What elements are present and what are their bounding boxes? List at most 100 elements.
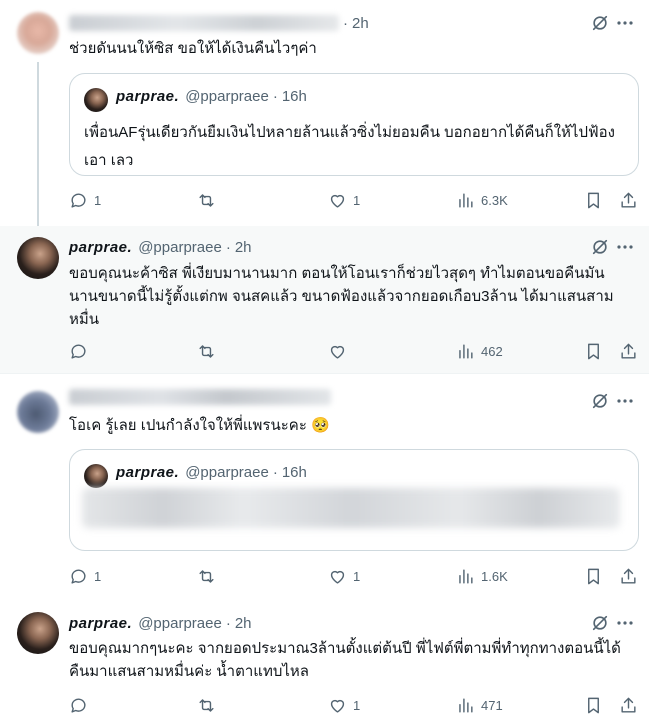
share-button[interactable] <box>619 341 638 361</box>
bookmark-icon <box>588 697 599 713</box>
views-button[interactable]: 1.6K <box>456 566 508 586</box>
share-icon <box>621 192 636 208</box>
quote-author-name: parprae. <box>116 88 180 105</box>
quote-author-handle: @pparpraee <box>185 464 269 481</box>
bookmark-button[interactable] <box>584 695 603 715</box>
like-icon <box>330 699 345 713</box>
thread-line <box>37 62 39 226</box>
author-handle[interactable]: @pparpraee <box>138 239 222 256</box>
reply-icon <box>71 344 86 359</box>
tweet-header: parprae. @pparpraee · 2h <box>69 614 252 632</box>
more-icon[interactable] <box>615 613 635 633</box>
grok-icon[interactable] <box>591 614 609 632</box>
reply-button[interactable]: 1 <box>69 190 101 210</box>
grok-icon[interactable] <box>591 392 609 410</box>
views-icon <box>459 568 473 584</box>
more-icon[interactable] <box>615 391 635 411</box>
author-handle[interactable]: @pparpraee <box>138 615 222 632</box>
tweet-1[interactable]: · 2h ช่วยดันนนให้ซิส ขอให้ได้เงินคืนไวๆค… <box>0 0 649 226</box>
reply-icon <box>71 569 86 584</box>
tweet-text: ขอบคุณนะค้าซิส พี่เงียบมานานมาก ตอนให้โอ… <box>69 265 614 328</box>
reply-icon <box>71 193 86 208</box>
like-button[interactable]: 1 <box>328 566 360 586</box>
tweet-time[interactable]: 2h <box>235 239 252 256</box>
like-icon <box>330 570 345 584</box>
bookmark-button[interactable] <box>584 190 603 210</box>
share-icon <box>621 568 636 584</box>
more-icon[interactable] <box>615 237 635 257</box>
share-icon <box>621 697 636 713</box>
bookmark-button[interactable] <box>584 566 603 586</box>
views-icon <box>459 343 473 359</box>
repost-button[interactable] <box>197 566 222 586</box>
repost-icon <box>199 569 214 583</box>
bookmark-icon <box>588 192 599 208</box>
more-icon[interactable] <box>615 13 635 33</box>
views-count: 1.6K <box>481 568 508 584</box>
bookmark-icon <box>588 343 599 359</box>
like-count: 1 <box>353 697 361 713</box>
reply-icon <box>71 698 86 713</box>
reply-button[interactable] <box>69 695 94 715</box>
tweet-text: โอเค รู้เลย เปนกำลังใจให้พี่แพรนะคะ 🥺 <box>69 417 330 434</box>
repost-button[interactable] <box>197 190 222 210</box>
tweet-3[interactable]: โอเค รู้เลย เปนกำลังใจให้พี่แพรนะคะ 🥺 pa… <box>0 373 649 599</box>
tweet-2[interactable]: parprae. @pparpraee · 2h ขอบคุณนะค้าซิส … <box>0 226 649 373</box>
quote-text: เพื่อนAFรุ่นเดียวกันยืมเงินไปหลายล้านแล้… <box>84 124 615 169</box>
author-name[interactable]: parprae. <box>69 615 132 632</box>
bookmark-button[interactable] <box>584 341 603 361</box>
repost-icon <box>199 193 214 207</box>
action-bar: 1 1 1.6K <box>69 566 639 586</box>
tweet-header: parprae. @pparpraee · 2h <box>69 238 252 256</box>
repost-button[interactable] <box>197 695 222 715</box>
quote-tweet[interactable]: parprae. @pparpraee · 16h <box>69 449 639 551</box>
action-bar: 1 471 <box>69 695 639 715</box>
grok-icon[interactable] <box>591 238 609 256</box>
author-name-blurred[interactable] <box>69 389 331 405</box>
quote-author-handle: @pparpraee <box>185 88 269 105</box>
share-button[interactable] <box>619 695 638 715</box>
views-button[interactable]: 462 <box>456 341 503 361</box>
grok-icon[interactable] <box>591 14 609 32</box>
like-button[interactable]: 1 <box>328 695 360 715</box>
like-count: 1 <box>353 568 361 584</box>
author-name-blurred[interactable] <box>69 15 339 31</box>
repost-button[interactable] <box>197 341 222 361</box>
views-count: 6.3K <box>481 192 508 208</box>
reply-button[interactable]: 1 <box>69 566 101 586</box>
views-button[interactable]: 471 <box>456 695 503 715</box>
share-button[interactable] <box>619 566 638 586</box>
views-icon <box>459 697 473 713</box>
tweet-text: ช่วยดันนนให้ซิส ขอให้ได้เงินคืนไวๆค่า <box>69 40 317 57</box>
quote-time: 16h <box>281 464 307 481</box>
quote-tweet[interactable]: parprae. @pparpraee · 16h เพื่อนAFรุ่นเด… <box>69 73 639 176</box>
quote-avatar <box>84 464 108 488</box>
author-name[interactable]: parprae. <box>69 239 132 256</box>
like-icon <box>330 194 345 208</box>
avatar[interactable] <box>17 391 59 433</box>
like-button[interactable]: 1 <box>328 190 360 210</box>
avatar[interactable] <box>17 12 59 54</box>
avatar[interactable] <box>17 612 59 654</box>
views-count: 471 <box>481 697 503 713</box>
tweet-time[interactable]: 2h <box>235 615 252 632</box>
quote-author-name: parprae. <box>116 464 180 481</box>
tweet-text: ขอบคุณมากๆนะคะ จากยอดประมาณ3ล้านตั้งแต่ต… <box>69 640 621 680</box>
repost-icon <box>199 344 214 358</box>
views-count: 462 <box>481 343 503 359</box>
like-button[interactable] <box>328 341 353 361</box>
tweet-time[interactable]: 2h <box>352 15 369 32</box>
quote-text-blurred <box>82 488 620 528</box>
views-icon <box>459 192 473 208</box>
quote-time: 16h <box>281 88 307 105</box>
tweet-header <box>69 387 331 407</box>
views-button[interactable]: 6.3K <box>456 190 508 210</box>
tweet-4[interactable]: parprae. @pparpraee · 2h ขอบคุณมากๆนะคะ … <box>0 598 649 724</box>
reply-count: 1 <box>94 568 102 584</box>
quote-header: parprae. @pparpraee · 16h <box>116 88 307 105</box>
share-button[interactable] <box>619 190 638 210</box>
like-icon <box>330 345 345 359</box>
action-bar: 462 <box>69 341 639 361</box>
reply-button[interactable] <box>69 341 94 361</box>
avatar[interactable] <box>17 237 59 279</box>
